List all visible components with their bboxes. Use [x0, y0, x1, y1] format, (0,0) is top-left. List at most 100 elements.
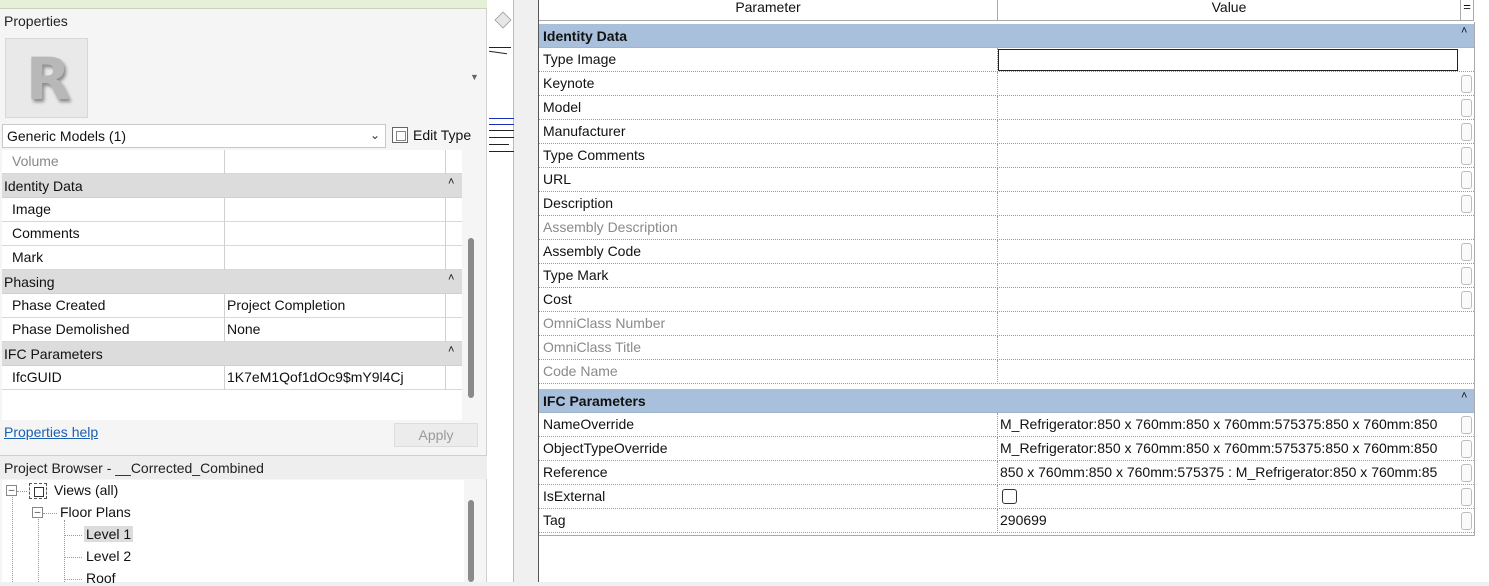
thumbnail-dropdown-icon[interactable]: ▼ [470, 72, 479, 82]
family-thumbnail: R [5, 38, 88, 118]
associate-parameter-button[interactable] [1461, 243, 1472, 261]
associate-parameter-button[interactable] [1461, 123, 1472, 141]
associate-parameter-button[interactable] [1461, 440, 1472, 458]
view-cube-icon[interactable] [494, 11, 512, 29]
property-group-header[interactable]: Identity Data ˄ [2, 174, 462, 198]
associate-parameter-button[interactable] [1461, 464, 1472, 482]
column-divider [997, 413, 998, 437]
project-browser-tree: – Views (all) – Floor Plans Level 1 Leve… [2, 480, 464, 586]
properties-help-link[interactable]: Properties help [4, 424, 98, 440]
collapse-views-toggle[interactable]: – [6, 485, 17, 496]
isexternal-checkbox[interactable] [1002, 489, 1017, 504]
parameter-value[interactable]: M_Refrigerator:850 x 760mm:850 x 760mm:5… [1000, 440, 1458, 456]
parameter-row: Reference 850 x 760mm:850 x 760mm:575375 … [539, 461, 1474, 485]
parameter-value[interactable]: 290699 [1000, 512, 1458, 528]
type-selector-value: Generic Models (1) [7, 128, 127, 144]
parameter-row: URL [539, 168, 1474, 192]
parameter-value[interactable]: M_Refrigerator:850 x 760mm:850 x 760mm:5… [1000, 416, 1458, 432]
associate-parameter-button[interactable] [1461, 512, 1472, 530]
tree-node-roof[interactable]: Roof [86, 570, 116, 586]
property-value[interactable]: None [227, 321, 260, 337]
tree-node-floor-plans[interactable]: Floor Plans [60, 504, 131, 520]
column-divider [997, 312, 998, 336]
associate-parameter-button[interactable] [1461, 147, 1472, 165]
drawing-line [489, 130, 514, 131]
collapse-floor-plans-toggle[interactable]: – [32, 507, 43, 518]
properties-panel: Properties R ▼ Generic Models (1) ⌄ Edit… [0, 0, 487, 586]
properties-scrollbar[interactable] [468, 238, 474, 398]
associate-parameter-button[interactable] [1461, 416, 1472, 434]
property-value[interactable]: 1K7eM1Qof1dOc9$mY9l4Cj [227, 369, 404, 385]
column-divider [997, 168, 998, 192]
tree-node-views[interactable]: Views (all) [54, 482, 118, 498]
column-divider [445, 366, 446, 390]
column-header-parameter[interactable]: Parameter [539, 0, 998, 21]
project-browser-scrollbar[interactable] [468, 500, 474, 582]
collapse-caret-icon[interactable]: ˄ [1461, 25, 1467, 37]
column-divider [445, 294, 446, 318]
associate-parameter-button[interactable] [1461, 291, 1472, 309]
chevron-down-icon[interactable]: ⌄ [370, 128, 380, 142]
associate-parameter-button[interactable] [1461, 75, 1472, 93]
collapse-caret-icon[interactable]: ˄ [448, 344, 454, 356]
property-name: Image [12, 201, 51, 217]
column-divider [997, 144, 998, 168]
parameter-name: Type Mark [543, 267, 609, 283]
property-group-header[interactable]: IFC Parameters ˄ [2, 342, 462, 366]
parameter-value[interactable]: 850 x 760mm:850 x 760mm:575375 : M_Refri… [1000, 464, 1458, 480]
parameter-row: Code Name [539, 360, 1474, 384]
parameter-name: Type Comments [543, 147, 645, 163]
parameter-row: Type Image [539, 48, 1474, 72]
associate-parameter-button[interactable] [1461, 267, 1472, 285]
associate-parameter-button[interactable] [1461, 99, 1472, 117]
parameter-row: Assembly Description [539, 216, 1474, 240]
tree-node-level-2[interactable]: Level 2 [86, 548, 131, 564]
tree-node-level-1[interactable]: Level 1 [84, 526, 134, 542]
property-row: Image [2, 198, 462, 222]
properties-title: Properties [4, 13, 68, 29]
column-divider [445, 150, 446, 174]
property-name: IfcGUID [12, 369, 62, 385]
parameter-row: OmniClass Title [539, 336, 1474, 360]
column-divider [997, 485, 998, 509]
column-header-formula[interactable]: = [1461, 0, 1474, 21]
project-browser-title: Project Browser - __Corrected_Combined [4, 460, 264, 476]
collapse-caret-icon[interactable]: ˄ [1461, 390, 1467, 402]
parameter-group-label: IFC Parameters [543, 393, 646, 409]
drawing-line [489, 47, 511, 48]
property-group-header[interactable]: Phasing ˄ [2, 270, 462, 294]
drawing-line [489, 118, 514, 119]
parameter-row: Manufacturer [539, 120, 1474, 144]
parameter-name: Assembly Description [543, 219, 678, 235]
parameter-name: Keynote [543, 75, 595, 91]
drawing-line [489, 144, 509, 145]
associate-parameter-button[interactable] [1461, 171, 1472, 189]
parameter-row: OmniClass Number [539, 312, 1474, 336]
tree-connector [38, 519, 39, 582]
column-divider [997, 72, 998, 96]
top-strip [0, 0, 487, 9]
parameter-row: Cost [539, 288, 1474, 312]
parameter-row: ObjectTypeOverride M_Refrigerator:850 x 7… [539, 437, 1474, 461]
parameter-row: Keynote [539, 72, 1474, 96]
collapse-caret-icon[interactable]: ˄ [448, 176, 454, 188]
drawing-line [489, 50, 507, 55]
parameter-group-header[interactable]: Identity Data ˄ [539, 24, 1474, 48]
associate-parameter-button[interactable] [1461, 488, 1472, 506]
column-header-value[interactable]: Value [998, 0, 1461, 21]
column-divider [445, 246, 446, 270]
edit-type-label: Edit Type [413, 127, 472, 143]
value-edit-field[interactable] [998, 49, 1458, 71]
parameter-group-label: Identity Data [543, 28, 628, 44]
associate-parameter-button[interactable] [1461, 195, 1472, 213]
property-row: Phase Demolished None [2, 318, 462, 342]
apply-button[interactable]: Apply [394, 423, 478, 447]
type-parameters-table: Parameter Value = Identity Data ˄ Type Ima… [539, 0, 1489, 582]
drawing-line [489, 124, 514, 125]
column-divider [997, 240, 998, 264]
edit-type-button[interactable]: Edit Type [392, 125, 478, 147]
collapse-caret-icon[interactable]: ˄ [448, 272, 454, 284]
parameter-group-header[interactable]: IFC Parameters ˄ [539, 389, 1474, 413]
type-selector[interactable]: Generic Models (1) ⌄ [2, 124, 386, 148]
property-value[interactable]: Project Completion [227, 297, 345, 313]
